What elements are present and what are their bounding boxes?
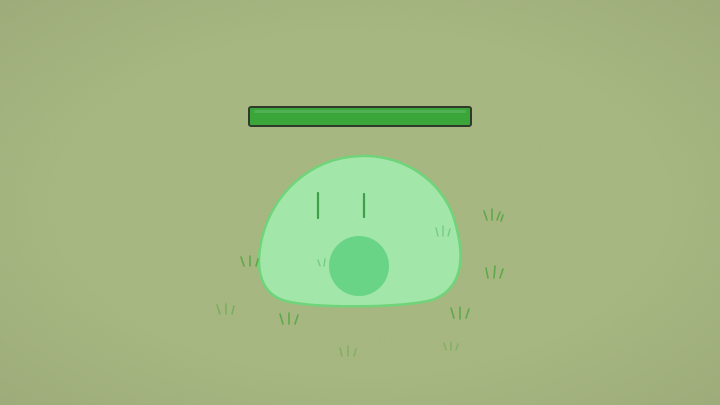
game-scene xyxy=(0,0,720,405)
slime-mouth xyxy=(329,236,389,296)
slime-enemy[interactable] xyxy=(257,154,462,308)
slime-layer xyxy=(257,154,462,308)
